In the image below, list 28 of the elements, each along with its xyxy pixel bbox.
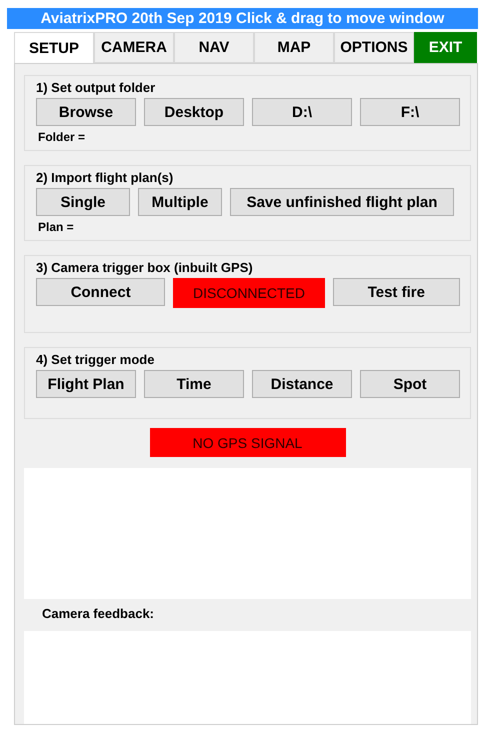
feedback-label: Camera feedback: [41,604,155,623]
status-label: Folder = [38,130,86,144]
button[interactable]: F:\ [360,98,460,126]
gps-status-indicator: NO GPS SIGNAL [150,428,346,458]
exit-button[interactable]: EXIT [414,32,477,63]
button[interactable]: Flight Plan [36,370,136,398]
tab[interactable]: CAMERA [94,32,174,63]
section-title: 2) Import flight plan(s) [36,170,174,185]
status-label: Plan = [38,220,75,234]
tab[interactable]: MAP [254,32,334,63]
section-title: 4) Set trigger mode [36,352,156,367]
button[interactable]: Spot [360,370,460,398]
button[interactable]: Test fire [332,278,460,306]
section-title: 1) Set output folder [36,80,156,95]
status-indicator: DISCONNECTED [173,278,325,308]
button[interactable]: Save unfinished flight plan [230,188,454,216]
button[interactable]: Single [36,188,130,216]
button[interactable]: Time [144,370,244,398]
button[interactable]: D:\ [252,98,352,126]
button[interactable]: Multiple [138,188,222,216]
button[interactable]: Desktop [144,98,244,126]
button[interactable]: Connect [36,278,166,306]
tab[interactable]: SETUP [14,32,94,63]
section-title: 3) Camera trigger box (inbuilt GPS) [36,260,254,275]
button[interactable]: Browse [36,98,136,126]
tab[interactable]: OPTIONS [334,32,414,63]
tab[interactable]: NAV [174,32,254,63]
button[interactable]: Distance [252,370,352,398]
